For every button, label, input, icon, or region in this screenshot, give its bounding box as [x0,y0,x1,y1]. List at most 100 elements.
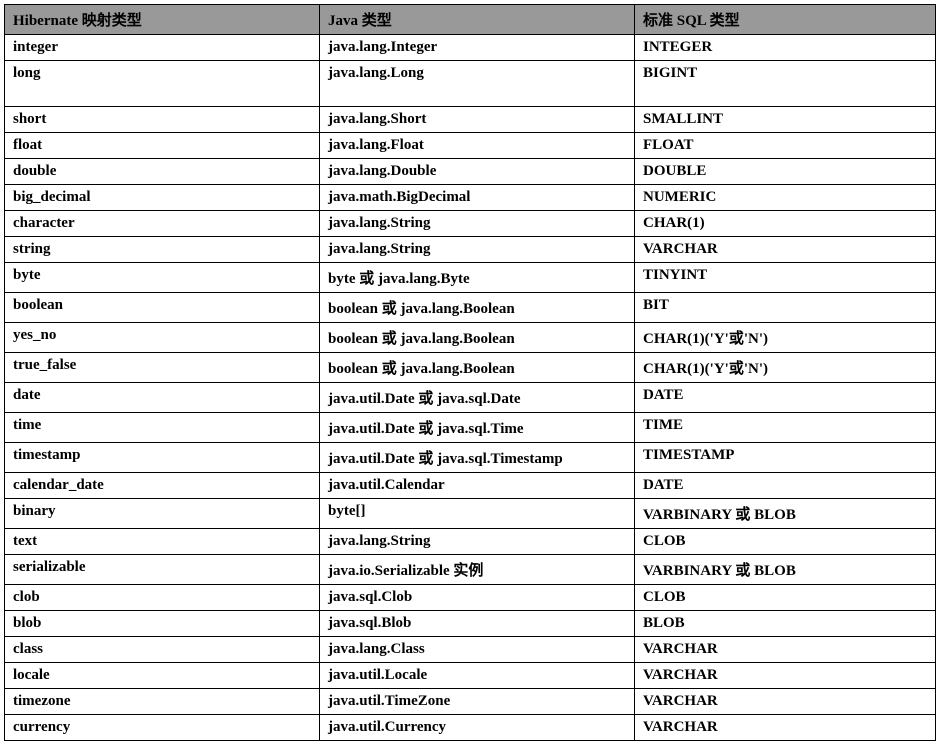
table-row: shortjava.lang.ShortSMALLINT [5,107,936,133]
cell-hibernate: yes_no [5,323,320,353]
header-java: Java 类型 [320,5,635,35]
cell-java: java.lang.Integer [320,35,635,61]
cell-java: java.util.Calendar [320,473,635,499]
cell-hibernate: double [5,159,320,185]
cell-hibernate: string [5,237,320,263]
cell-sql: DATE [635,473,936,499]
cell-hibernate: true_false [5,353,320,383]
cell-sql: VARCHAR [635,237,936,263]
table-row: currencyjava.util.CurrencyVARCHAR [5,715,936,741]
cell-sql: FLOAT [635,133,936,159]
cell-hibernate: long [5,61,320,107]
table-row: localejava.util.LocaleVARCHAR [5,663,936,689]
cell-sql: VARBINARY 或 BLOB [635,499,936,529]
cell-java: java.util.Date 或 java.sql.Time [320,413,635,443]
cell-java: java.util.Locale [320,663,635,689]
header-sql: 标准 SQL 类型 [635,5,936,35]
cell-sql: VARCHAR [635,715,936,741]
cell-java: java.lang.Short [320,107,635,133]
cell-java: boolean 或 java.lang.Boolean [320,293,635,323]
table-row: booleanboolean 或 java.lang.BooleanBIT [5,293,936,323]
cell-hibernate: currency [5,715,320,741]
cell-hibernate: integer [5,35,320,61]
table-header-row: Hibernate 映射类型 Java 类型 标准 SQL 类型 [5,5,936,35]
cell-sql: TINYINT [635,263,936,293]
cell-hibernate: big_decimal [5,185,320,211]
cell-java: java.lang.String [320,237,635,263]
table-row: binarybyte[]VARBINARY 或 BLOB [5,499,936,529]
cell-sql: SMALLINT [635,107,936,133]
cell-java: java.sql.Clob [320,585,635,611]
cell-hibernate: locale [5,663,320,689]
table-row: longjava.lang.LongBIGINT [5,61,936,107]
cell-sql: CLOB [635,585,936,611]
table-row: classjava.lang.ClassVARCHAR [5,637,936,663]
cell-java: java.math.BigDecimal [320,185,635,211]
table-row: timejava.util.Date 或 java.sql.TimeTIME [5,413,936,443]
table-row: timestampjava.util.Date 或 java.sql.Times… [5,443,936,473]
table-row: floatjava.lang.FloatFLOAT [5,133,936,159]
header-hibernate: Hibernate 映射类型 [5,5,320,35]
cell-hibernate: timezone [5,689,320,715]
cell-java: java.util.TimeZone [320,689,635,715]
cell-sql: CHAR(1)('Y'或'N') [635,323,936,353]
cell-hibernate: blob [5,611,320,637]
table-row: stringjava.lang.StringVARCHAR [5,237,936,263]
cell-java: java.lang.String [320,529,635,555]
cell-java: byte[] [320,499,635,529]
table-row: datejava.util.Date 或 java.sql.DateDATE [5,383,936,413]
cell-hibernate: short [5,107,320,133]
cell-sql: VARCHAR [635,663,936,689]
cell-java: java.sql.Blob [320,611,635,637]
cell-java: java.lang.Class [320,637,635,663]
cell-hibernate: calendar_date [5,473,320,499]
cell-sql: NUMERIC [635,185,936,211]
cell-java: java.lang.Long [320,61,635,107]
cell-java: java.util.Currency [320,715,635,741]
table-row: timezonejava.util.TimeZoneVARCHAR [5,689,936,715]
table-row: big_decimaljava.math.BigDecimalNUMERIC [5,185,936,211]
table-row: doublejava.lang.DoubleDOUBLE [5,159,936,185]
cell-sql: DOUBLE [635,159,936,185]
cell-hibernate: serializable [5,555,320,585]
cell-sql: BIT [635,293,936,323]
table-row: bytebyte 或 java.lang.ByteTINYINT [5,263,936,293]
table-row: yes_noboolean 或 java.lang.BooleanCHAR(1)… [5,323,936,353]
cell-sql: TIMESTAMP [635,443,936,473]
type-mapping-table: Hibernate 映射类型 Java 类型 标准 SQL 类型 integer… [4,4,936,741]
cell-hibernate: timestamp [5,443,320,473]
cell-java: java.io.Serializable 实例 [320,555,635,585]
cell-hibernate: boolean [5,293,320,323]
cell-java: java.util.Date 或 java.sql.Timestamp [320,443,635,473]
cell-sql: VARCHAR [635,637,936,663]
table-row: blobjava.sql.BlobBLOB [5,611,936,637]
cell-sql: CHAR(1) [635,211,936,237]
cell-hibernate: binary [5,499,320,529]
cell-hibernate: date [5,383,320,413]
cell-sql: DATE [635,383,936,413]
cell-java: java.lang.String [320,211,635,237]
table-row: textjava.lang.StringCLOB [5,529,936,555]
cell-java: boolean 或 java.lang.Boolean [320,323,635,353]
cell-hibernate: text [5,529,320,555]
cell-hibernate: character [5,211,320,237]
table-row: serializablejava.io.Serializable 实例VARBI… [5,555,936,585]
cell-java: java.lang.Double [320,159,635,185]
cell-java: java.lang.Float [320,133,635,159]
cell-sql: VARCHAR [635,689,936,715]
cell-java: byte 或 java.lang.Byte [320,263,635,293]
cell-sql: CLOB [635,529,936,555]
cell-hibernate: byte [5,263,320,293]
table-row: true_falseboolean 或 java.lang.BooleanCHA… [5,353,936,383]
cell-sql: VARBINARY 或 BLOB [635,555,936,585]
cell-hibernate: float [5,133,320,159]
table-row: clobjava.sql.ClobCLOB [5,585,936,611]
table-row: integerjava.lang.IntegerINTEGER [5,35,936,61]
cell-sql: TIME [635,413,936,443]
table-row: characterjava.lang.StringCHAR(1) [5,211,936,237]
cell-java: boolean 或 java.lang.Boolean [320,353,635,383]
cell-sql: BIGINT [635,61,936,107]
table-row: calendar_datejava.util.CalendarDATE [5,473,936,499]
cell-hibernate: time [5,413,320,443]
cell-hibernate: clob [5,585,320,611]
